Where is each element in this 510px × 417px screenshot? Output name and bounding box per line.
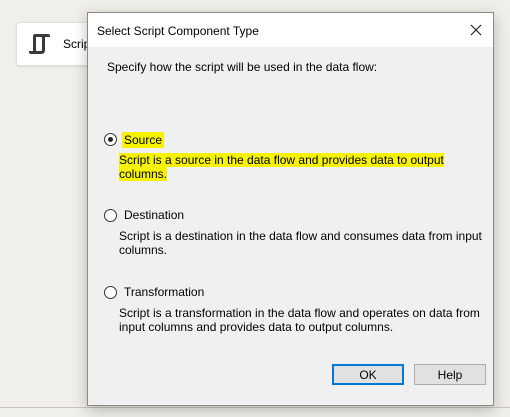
option-destination-label[interactable]: Destination [124, 208, 184, 222]
option-transformation-description: Script is a transformation in the data f… [119, 306, 480, 334]
option-transformation-label[interactable]: Transformation [124, 285, 204, 299]
option-source-description: Script is a source in the data flow and … [119, 153, 491, 181]
option-destination-description: Script is a destination in the data flow… [119, 229, 482, 257]
radio-destination[interactable] [104, 209, 117, 222]
dialog-title: Select Script Component Type [97, 24, 259, 38]
script-icon [29, 34, 50, 54]
close-icon [470, 24, 482, 36]
close-button[interactable] [459, 13, 493, 47]
radio-transformation[interactable] [104, 286, 117, 299]
select-script-component-type-dialog: Select Script Component Type Specify how… [87, 12, 494, 406]
dialog-instruction: Specify how the script will be used in t… [107, 60, 378, 74]
dialog-titlebar: Select Script Component Type [88, 13, 493, 47]
option-source-label[interactable]: Source [122, 132, 165, 148]
option-source-description-text: Script is a source in the data flow and … [119, 153, 444, 181]
radio-source[interactable] [104, 133, 117, 146]
help-button[interactable]: Help [414, 364, 486, 385]
ok-button[interactable]: OK [332, 364, 404, 385]
